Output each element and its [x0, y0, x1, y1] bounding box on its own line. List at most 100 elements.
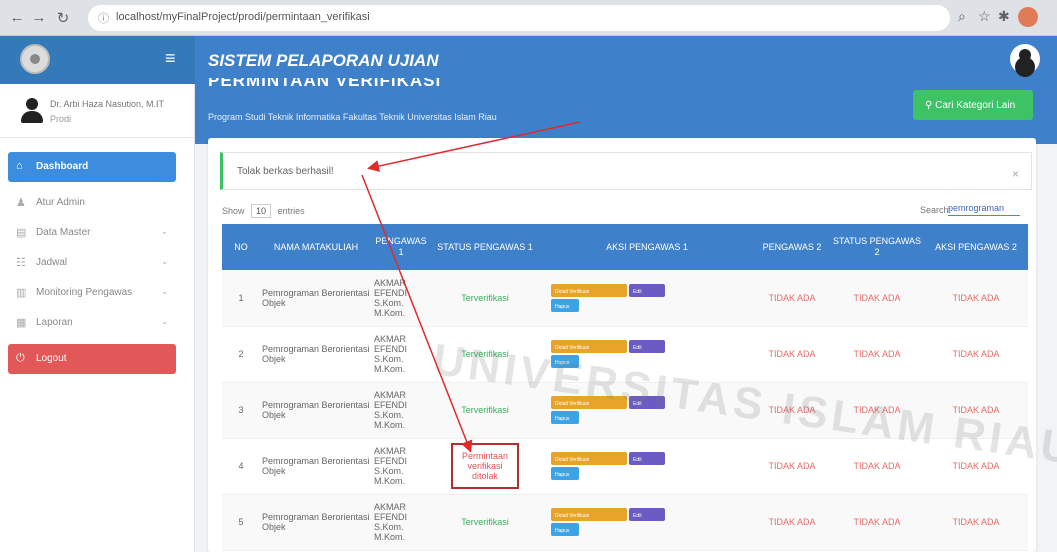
sidebar-item-dashboard[interactable]: ⌂ Dashboard — [8, 152, 176, 182]
user-icon — [20, 98, 44, 124]
show-entries: Show 10 entries — [222, 204, 305, 218]
back-icon[interactable]: ← — [8, 9, 26, 26]
success-alert: Tolak berkas berhasil! × — [220, 152, 1032, 190]
cell-aksi2: TIDAK ADA — [924, 494, 1028, 551]
rejected-status-badge: Permintaan verifikasi ditolak — [451, 443, 519, 489]
close-icon[interactable]: × — [1012, 167, 1019, 181]
hapus-button[interactable]: Hapus — [551, 355, 579, 368]
extension-icon[interactable]: ✱ — [998, 8, 1010, 25]
sidebar-item-data-master[interactable]: ▤ Data Master ⌄ — [8, 218, 176, 248]
menu-toggle-icon[interactable]: ≡ — [165, 48, 176, 69]
edit-button[interactable]: Edit — [629, 508, 665, 521]
cell-status2: TIDAK ADA — [830, 326, 924, 383]
detail-verifikasi-button[interactable]: Detail Verifikasi — [551, 340, 627, 353]
table-row: 1 Pemrograman Berorientasi Objek AKMAR E… — [222, 270, 1028, 327]
cell-no: 4 — [222, 438, 260, 495]
cell-status1: Terverifikasi — [430, 494, 540, 551]
col-header-pengawas2[interactable]: PENGAWAS 2 — [754, 224, 830, 270]
zoom-icon[interactable]: ⌕ — [958, 8, 966, 25]
monitor-icon: ▥ — [16, 287, 27, 299]
logout-button[interactable]: ⏻ Logout — [8, 344, 176, 374]
alert-text: Tolak berkas berhasil! — [237, 166, 334, 177]
cell-status1: Terverifikasi — [430, 382, 540, 439]
sidebar-item-laporan[interactable]: ▦ Laporan ⌄ — [8, 308, 176, 338]
detail-verifikasi-button[interactable]: Detail Verifikasi — [551, 508, 627, 521]
table-row: 3 Pemrograman Berorientasi Objek AKMAR E… — [222, 382, 1028, 439]
cell-matkul: Pemrograman Berorientasi Objek — [260, 382, 372, 439]
cell-status1: Permintaan verifikasi ditolak — [430, 438, 540, 495]
bookmark-star-icon[interactable]: ☆ — [978, 8, 991, 25]
cell-aksi2: TIDAK ADA — [924, 438, 1028, 495]
cell-matkul: Pemrograman Berorientasi Objek — [260, 438, 372, 495]
hapus-button[interactable]: Hapus — [551, 411, 579, 424]
edit-button[interactable]: Edit — [629, 452, 665, 465]
chevron-down-icon: ⌄ — [161, 317, 168, 326]
chevron-down-icon: ⌄ — [161, 257, 168, 266]
sidebar-item-jadwal[interactable]: ☷ Jadwal ⌄ — [8, 248, 176, 278]
verification-table: NO NAMA MATAKULIAH PENGAWAS 1 STATUS PEN… — [222, 224, 1028, 551]
search-input[interactable] — [948, 200, 1020, 216]
table-icon: ▤ — [16, 227, 27, 239]
cell-aksi1: Detail Verifikasi Edit Hapus — [540, 494, 754, 551]
edit-button[interactable]: Edit — [629, 340, 665, 353]
col-header-status1[interactable]: STATUS PENGAWAS 1 — [430, 224, 540, 270]
browser-chrome: ← → ↻ ⓘ localhost/myFinalProject/prodi/p… — [0, 0, 1057, 36]
col-header-aksi1[interactable]: AKSI PENGAWAS 1 — [540, 224, 754, 270]
cell-status1: Terverifikasi — [430, 326, 540, 383]
cell-aksi2: TIDAK ADA — [924, 382, 1028, 439]
address-bar[interactable]: ⓘ localhost/myFinalProject/prodi/permint… — [88, 5, 950, 31]
col-header-no[interactable]: NO — [222, 224, 260, 270]
cari-kategori-button[interactable]: ⚲ Cari Kategori Lain — [913, 90, 1033, 120]
cell-no: 1 — [222, 270, 260, 327]
reload-icon[interactable]: ↻ — [54, 9, 72, 27]
sidebar-item-label: Data Master — [36, 227, 91, 238]
sidebar-item-monitoring[interactable]: ▥ Monitoring Pengawas ⌄ — [8, 278, 176, 308]
profile-name: Dr. Arbi Haza Nasution, M.IT — [50, 99, 165, 109]
calendar-icon: ☷ — [16, 257, 26, 269]
browser-profile-icon[interactable] — [1018, 7, 1038, 27]
cell-pengawas1: AKMAR EFENDI S.Kom. M.Kom. — [372, 270, 430, 327]
app-title: SISTEM PELAPORAN UJIAN — [208, 51, 439, 70]
cell-aksi2: TIDAK ADA — [924, 326, 1028, 383]
cell-matkul: Pemrograman Berorientasi Objek — [260, 270, 372, 327]
cell-status1: Terverifikasi — [430, 270, 540, 327]
col-header-pengawas1[interactable]: PENGAWAS 1 — [372, 224, 430, 270]
cell-no: 2 — [222, 326, 260, 383]
home-icon: ⌂ — [16, 160, 23, 172]
table-header-row: NO NAMA MATAKULIAH PENGAWAS 1 STATUS PEN… — [222, 224, 1028, 270]
detail-verifikasi-button[interactable]: Detail Verifikasi — [551, 396, 627, 409]
sidebar-item-atur-admin[interactable]: ♟ Atur Admin — [8, 188, 176, 218]
detail-verifikasi-button[interactable]: Detail Verifikasi — [551, 452, 627, 465]
sidebar: Dr. Arbi Haza Nasution, M.IT Prodi ⌂ Das… — [0, 84, 195, 552]
cell-aksi2: TIDAK ADA — [924, 270, 1028, 327]
cell-status2: TIDAK ADA — [830, 382, 924, 439]
hapus-button[interactable]: Hapus — [551, 298, 579, 312]
edit-button[interactable]: Edit — [629, 396, 665, 409]
power-icon: ⏻ — [16, 352, 25, 364]
page-subtitle: Program Studi Teknik Informatika Fakulta… — [208, 112, 497, 122]
user-avatar[interactable] — [1010, 44, 1040, 74]
info-icon[interactable]: ⓘ — [98, 10, 109, 26]
user-icon: ♟ — [16, 197, 26, 209]
table-row: 4 Pemrograman Berorientasi Objek AKMAR E… — [222, 438, 1028, 495]
edit-button[interactable]: Edit — [629, 283, 665, 297]
cell-aksi1: Detail Verifikasi Edit Hapus — [540, 438, 754, 495]
cell-status2: TIDAK ADA — [830, 270, 924, 327]
cell-pengawas2: TIDAK ADA — [754, 494, 830, 551]
cell-aksi1: Detail Verifikasi Edit Hapus — [540, 326, 754, 383]
cell-pengawas1: AKMAR EFENDI S.Kom. M.Kom. — [372, 494, 430, 551]
entries-select[interactable]: 10 — [251, 204, 272, 218]
hapus-button[interactable]: Hapus — [551, 467, 579, 480]
cell-aksi1: Detail Verifikasi Edit Hapus — [540, 382, 754, 439]
hapus-button[interactable]: Hapus — [551, 523, 579, 536]
search-label: Search: — [920, 205, 952, 215]
detail-verifikasi-button[interactable]: Detail Verifikasi — [551, 283, 627, 297]
forward-icon[interactable]: → — [30, 9, 48, 26]
table-row: 5 Pemrograman Berorientasi Objek AKMAR E… — [222, 494, 1028, 551]
col-header-status2[interactable]: STATUS PENGAWAS 2 — [830, 224, 924, 270]
col-header-aksi2[interactable]: AKSI PENGAWAS 2 — [924, 224, 1028, 270]
chevron-down-icon: ⌄ — [161, 287, 168, 296]
cell-status2: TIDAK ADA — [830, 494, 924, 551]
col-header-matkul[interactable]: NAMA MATAKULIAH — [260, 224, 372, 270]
cell-matkul: Pemrograman Berorientasi Objek — [260, 326, 372, 383]
